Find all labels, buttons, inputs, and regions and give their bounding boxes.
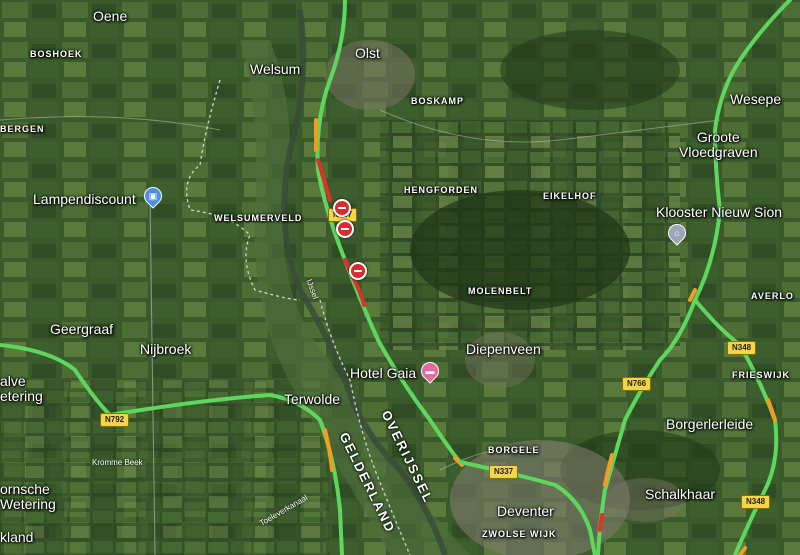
place-bergen: BERGEN bbox=[0, 124, 45, 134]
place-zwolse-wijk: ZWOLSE WIJK bbox=[482, 529, 557, 539]
poi-lampendiscount-label[interactable]: Lampendiscount bbox=[33, 192, 136, 206]
place-welsum: Welsum bbox=[250, 61, 301, 77]
place-groote-vloedgraven: Groote Vloedgraven bbox=[679, 129, 758, 160]
place-molenbelt: MOLENBELT bbox=[468, 286, 533, 296]
place-kland: kland bbox=[0, 529, 34, 545]
map-view[interactable]: Oene BOSHOEK Olst Welsum BOSKAMP Wesepe … bbox=[0, 0, 800, 555]
place-boshoek: BOSHOEK bbox=[30, 49, 83, 59]
place-geergraaf: Geergraaf bbox=[50, 321, 114, 337]
place-boskamp: BOSKAMP bbox=[411, 96, 465, 106]
place-frieswijk: FRIESWIJK bbox=[732, 370, 791, 380]
place-klooster-nieuw-sion: Klooster Nieuw Sion bbox=[656, 204, 783, 220]
place-oene: Oene bbox=[93, 8, 128, 24]
poi-hotel-gaia-label[interactable]: Hotel Gaia bbox=[350, 366, 416, 380]
road-shield-n348-south: N348 bbox=[741, 495, 771, 509]
place-borgele: BORGELE bbox=[488, 445, 540, 455]
road-shield-n766: N766 bbox=[622, 377, 652, 391]
place-wesepe: Wesepe bbox=[730, 91, 782, 107]
place-diepenveen: Diepenveen bbox=[466, 341, 541, 357]
road-closure-icon[interactable] bbox=[336, 220, 354, 238]
place-halve-wetering: alve etering bbox=[0, 373, 43, 404]
place-schalkhaar: Schalkhaar bbox=[645, 486, 716, 502]
place-eikelhof: EIKELHOF bbox=[543, 191, 597, 201]
road-shield-n337: N337 bbox=[489, 465, 519, 479]
place-dornsche-wetering: ornsche Wetering bbox=[0, 481, 56, 512]
satellite-imagery bbox=[0, 0, 800, 555]
road-closure-icon[interactable] bbox=[349, 262, 367, 280]
place-nijbroek: Nijbroek bbox=[140, 341, 192, 357]
place-borgerlerleide: Borgerlerleide bbox=[666, 416, 754, 432]
place-terwolde: Terwolde bbox=[284, 391, 341, 407]
road-shield-n792: N792 bbox=[100, 413, 130, 427]
place-welsumerveld: WELSUMERVELD bbox=[214, 213, 303, 223]
place-hengforden: HENGFORDEN bbox=[404, 185, 479, 195]
water-kromme-beek: Kromme Beek bbox=[92, 458, 143, 467]
place-deventer: Deventer bbox=[497, 503, 554, 519]
place-olst: Olst bbox=[355, 45, 380, 61]
road-closure-icon[interactable] bbox=[333, 199, 351, 217]
road-shield-n348-north: N348 bbox=[727, 341, 757, 355]
place-averlo: AVERLO bbox=[751, 291, 794, 301]
